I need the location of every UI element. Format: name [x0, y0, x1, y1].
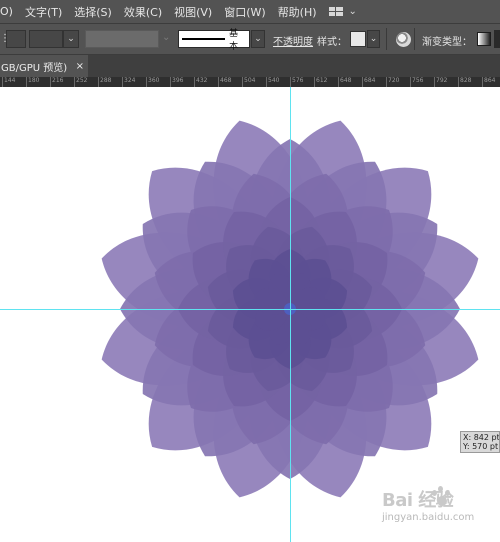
stroke-weight-dropdown[interactable]: ⌄	[63, 30, 79, 48]
style-label: 样式：	[317, 37, 347, 48]
recolor-artwork-icon[interactable]	[396, 32, 411, 47]
ruler-tick: 144	[2, 77, 15, 87]
opacity-label[interactable]: 不透明度	[273, 33, 313, 48]
paw-logo-icon	[430, 486, 452, 510]
ruler-tick: 720	[386, 77, 399, 87]
ruler-tick: 324	[122, 77, 135, 87]
ruler-tick: 540	[266, 77, 279, 87]
ruler-tick: 252	[74, 77, 87, 87]
variable-width-profile[interactable]	[85, 30, 159, 48]
divider	[386, 28, 387, 50]
workspace-grid-icon	[328, 7, 343, 16]
ruler-tick: 468	[218, 77, 231, 87]
workspace-switcher[interactable]: ⌄	[328, 6, 357, 17]
ruler-tick: 504	[242, 77, 255, 87]
x-coordinate: X: 842 pt	[463, 433, 500, 442]
document-tab-bar: GB/GPU 预览) ×	[0, 55, 500, 77]
chevron-down-icon: ⌄	[348, 6, 357, 17]
graphic-style-swatch[interactable]	[350, 31, 366, 47]
control-bar: ⋮ ⌄ ⌄ 基本 ⌄ 不透明度 样式： ⌄ 渐变类型：	[0, 23, 500, 55]
ruler-tick: 612	[314, 77, 327, 87]
y-coordinate: Y: 570 pt	[463, 442, 499, 451]
brush-definition[interactable]: 基本	[178, 29, 250, 52]
vertical-guide[interactable]	[290, 87, 291, 542]
menu-window[interactable]: 窗口(W)	[218, 4, 271, 20]
coordinate-tooltip: X: 842 pt Y: 570 pt	[460, 431, 500, 453]
divider	[414, 28, 415, 50]
document-tab-title: GB/GPU 预览)	[1, 62, 68, 74]
brush-profile-label: 基本	[229, 29, 239, 52]
dahlia-artwork[interactable]	[0, 87, 500, 542]
ruler-tick: 864	[482, 77, 495, 87]
linear-gradient-icon[interactable]	[477, 32, 491, 46]
ruler-tick: 432	[194, 77, 207, 87]
stroke-weight-stepper[interactable]	[6, 30, 26, 48]
ruler-tick: 792	[434, 77, 447, 87]
ruler-tick: 684	[362, 77, 375, 87]
watermark: Bai 经验 jingyan.baidu.com	[382, 486, 474, 523]
ruler-tick: 360	[146, 77, 159, 87]
ruler-tick: 216	[50, 77, 63, 87]
menu-select[interactable]: 选择(S)	[68, 4, 118, 20]
menu-effect[interactable]: 效果(C)	[118, 4, 168, 20]
ruler-tick: 828	[458, 77, 471, 87]
ruler-tick: 756	[410, 77, 423, 87]
menu-help[interactable]: 帮助(H)	[272, 4, 323, 20]
variable-width-dropdown[interactable]: ⌄	[162, 32, 170, 43]
watermark-url: jingyan.baidu.com	[382, 512, 475, 523]
radial-gradient-icon[interactable]	[494, 30, 500, 48]
ruler-tick: 180	[26, 77, 39, 87]
close-icon[interactable]: ×	[76, 61, 84, 72]
graphic-style-dropdown[interactable]: ⌄	[367, 30, 380, 48]
ruler-tick: 576	[290, 77, 303, 87]
menu-type[interactable]: 文字(T)	[19, 4, 68, 20]
brush-dropdown[interactable]: ⌄	[251, 30, 265, 48]
ruler-tick: 648	[338, 77, 351, 87]
menu-object[interactable]: O)	[0, 5, 19, 18]
stroke-weight-field[interactable]	[29, 30, 63, 48]
horizontal-guide[interactable]	[0, 309, 500, 310]
menu-bar: O) 文字(T) 选择(S) 效果(C) 视图(V) 窗口(W) 帮助(H) ⌄	[0, 0, 500, 23]
document-tab[interactable]: GB/GPU 预览) ×	[0, 55, 88, 77]
ruler-tick: 288	[98, 77, 111, 87]
ruler-tick: 396	[170, 77, 183, 87]
gradient-type-label: 渐变类型：	[422, 37, 472, 48]
brush-stroke-preview	[182, 38, 226, 40]
menu-view[interactable]: 视图(V)	[168, 4, 218, 20]
